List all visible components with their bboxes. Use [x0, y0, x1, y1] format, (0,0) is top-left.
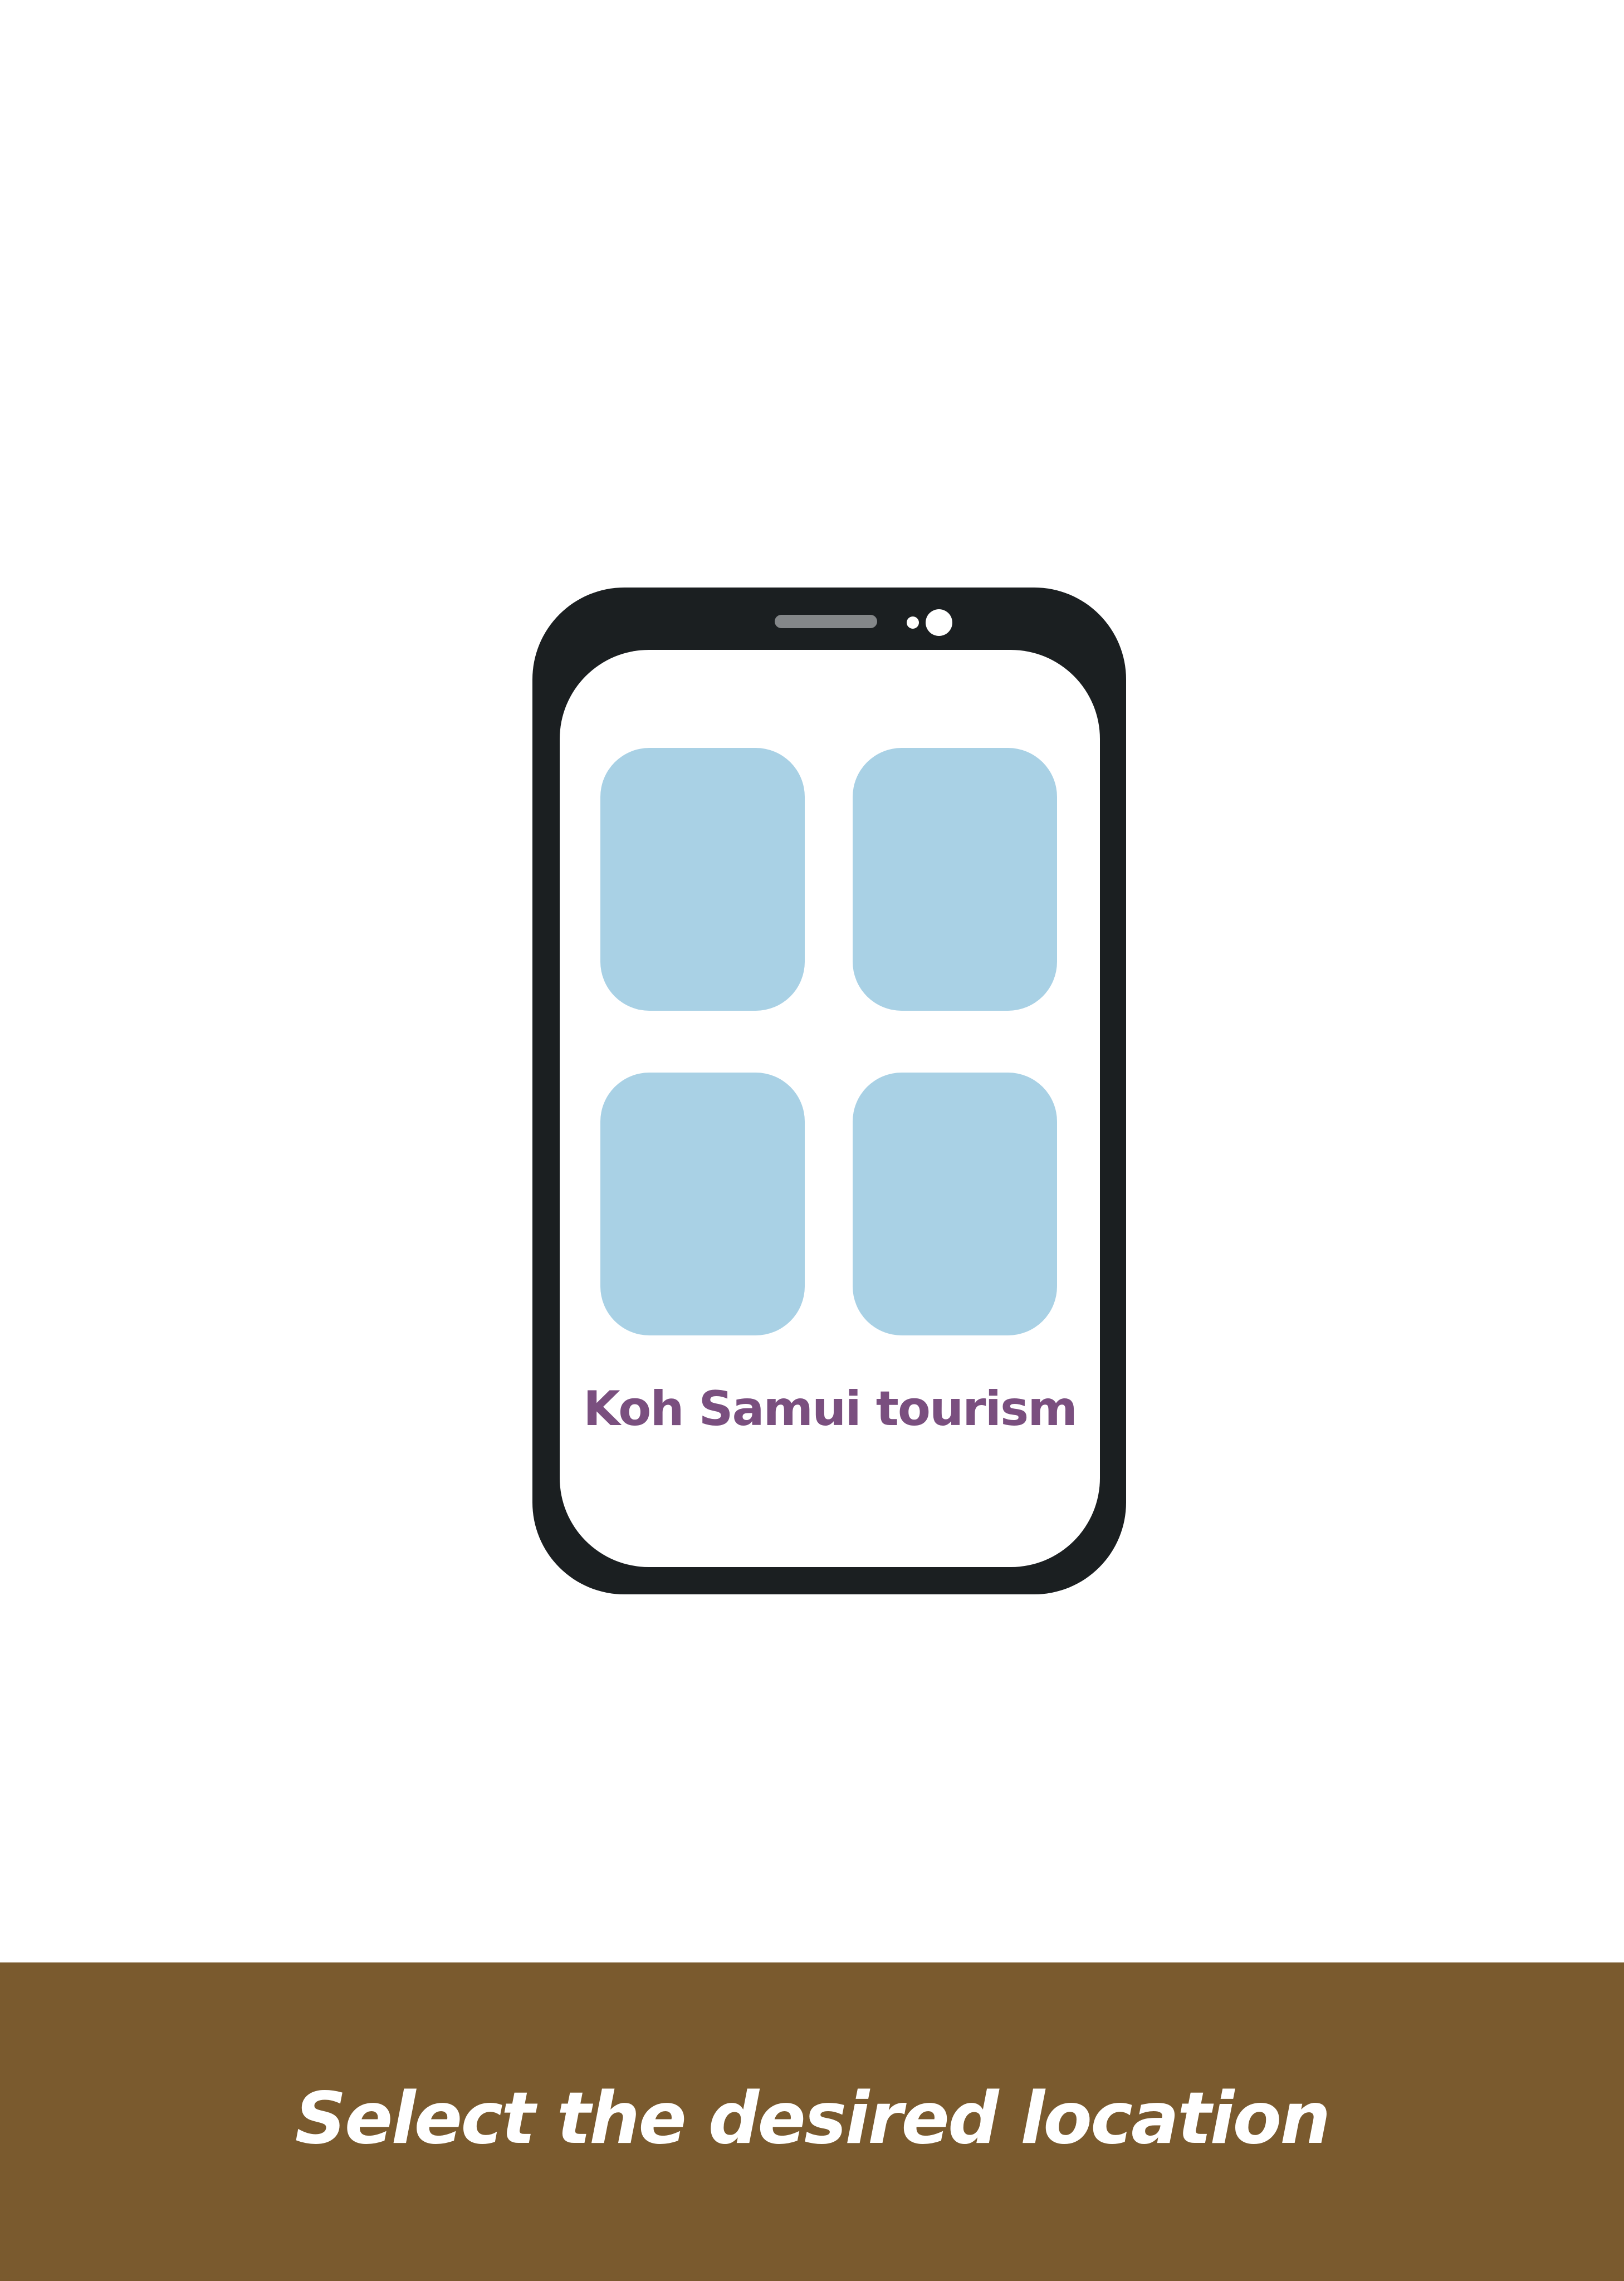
- instruction-text: Select the desired location: [295, 2077, 1331, 2160]
- phone-illustration: Koh Samui tourism: [532, 588, 1126, 1594]
- location-tile-3[interactable]: [600, 1073, 805, 1335]
- phone-speaker: [775, 615, 877, 628]
- instruction-banner: Select the desired location: [0, 1962, 1624, 2281]
- phone-screen: Koh Samui tourism: [560, 650, 1100, 1567]
- phone-camera-icon: [926, 609, 952, 636]
- location-tile-2[interactable]: [853, 748, 1057, 1011]
- app-title: Koh Samui tourism: [583, 1381, 1078, 1437]
- phone-sensor-dot: [907, 616, 919, 629]
- location-tile-1[interactable]: [600, 748, 805, 1011]
- location-tile-4[interactable]: [853, 1073, 1057, 1335]
